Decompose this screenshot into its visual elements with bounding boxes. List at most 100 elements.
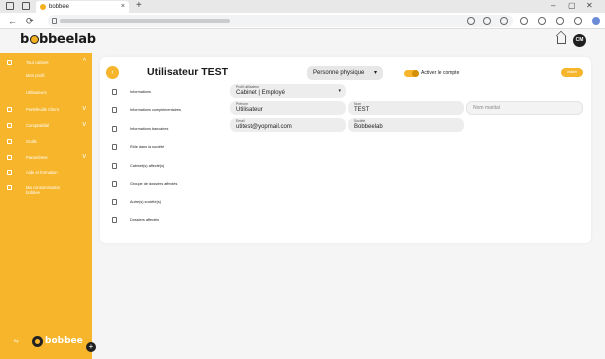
tab-title: bobbee [49,4,70,10]
chevron-down-icon: v [82,121,87,128]
section-label: Cabinet(s) affecté(s) [130,164,165,168]
calculator-icon [7,123,12,128]
user-icon [112,89,117,95]
sidebar-item-tout-cabinet[interactable]: Tout cabinet ^ [0,57,92,69]
sidebar-item-consommation[interactable]: Ma consommation bobbee [0,182,92,196]
user-role-icon [112,144,117,150]
save-button[interactable]: Valider [561,68,583,77]
add-button[interactable]: + [86,342,96,352]
page-title: Utilisateur TEST [147,66,229,78]
bobbee-brand-text: bobbee [45,336,83,346]
first-name-field[interactable]: Prénom Utilisateur [230,101,346,115]
copilot-icon[interactable] [592,17,600,25]
building-icon [112,163,117,169]
sidebar-item-mon-profil[interactable]: Mon profil [0,70,92,82]
reload-icon[interactable]: ⟳ [26,15,34,27]
last-name-value: TEST [354,107,370,113]
person-type-select[interactable]: Personne physique ▾ [307,66,383,80]
section-label: Rôle dans la société [130,145,165,149]
email-value: utitest@yopmail.com [236,124,292,130]
section-label: Autre(s) société(s) [130,200,162,204]
first-name-label: Prénom [236,102,248,106]
lock-icon [52,18,57,24]
url-text-redacted [60,19,230,23]
gear-icon [7,155,12,160]
chevron-down-icon: v [82,105,87,112]
collections-icon[interactable] [556,17,564,25]
password-icon[interactable] [483,17,491,25]
help-icon [7,170,12,175]
url-input[interactable] [48,15,513,27]
chevron-up-icon: ^ [82,58,86,65]
marital-name-placeholder: Nom marital [473,105,500,111]
building-icon [112,199,117,205]
chevron-down-icon: ▾ [373,70,377,76]
sidebar-item-label: Aide et formation [26,170,58,175]
sidebar-footer-by: By [14,338,19,343]
last-name-label: Nom [354,102,362,106]
tab-actions-icon[interactable] [22,2,30,10]
person-type-value: Personne physique [313,70,365,76]
sidebar-item-outils[interactable]: Outils [0,136,92,148]
browser-menu-icon[interactable] [574,17,582,25]
sidebar-item-parametres[interactable]: Paramètres v [0,152,92,164]
sidebar-item-label: Ma consommation bobbee [26,185,61,195]
sidebar-item-label: Paramètres [26,155,48,160]
section-label: Informations [130,90,151,94]
bobbee-brand: bobbee + [32,335,96,352]
chevron-down-icon: v [82,153,87,160]
back-button[interactable]: ‹ [106,66,119,79]
extensions-icon[interactable] [520,17,528,25]
last-name-field[interactable]: Nom TEST [348,101,464,115]
sidebar-item-aide[interactable]: Aide et formation [0,167,92,179]
marital-name-field[interactable]: Nom marital [466,101,583,115]
logo-dot-icon [29,35,39,44]
sidebar-item-comptabilite[interactable]: Comptabilité v [0,120,92,132]
address-bar-row: ← ⟳ [0,13,605,29]
logo-text-start: b [20,32,30,47]
sidebar-item-portefeuille-client[interactable]: Portefeuille Client v [0,104,92,116]
new-tab-button[interactable]: + [136,0,142,12]
user-form-card [100,57,591,243]
sidebar-item-label: Portefeuille Client [26,107,59,112]
gauge-icon [7,185,12,190]
bobbeelab-logo[interactable]: b bbeelab [20,32,96,47]
close-window-button[interactable]: ✕ [586,0,593,12]
bobbee-favicon-icon [40,4,46,10]
company-field[interactable]: Société Bobbeelab [348,118,464,132]
close-tab-icon[interactable]: × [121,1,125,13]
building-icon [112,181,117,187]
avatar[interactable]: CM [573,34,586,47]
logo-text-end: bbeelab [39,32,96,47]
chevron-down-icon: ▾ [338,88,341,94]
favorite-star-icon[interactable] [500,17,508,25]
browser-tab[interactable]: bobbee × [36,1,129,13]
sidebar-item-label: Mon profil [26,73,45,78]
activate-account-toggle[interactable] [404,70,419,77]
section-label: Informations bancaires [130,127,169,131]
activate-account-label: Activer le compte [421,70,460,76]
sidebar-item-utilisateurs[interactable]: Utilisateurs [0,87,92,99]
email-field[interactable]: Email utitest@yopmail.com [230,118,346,132]
user-plus-icon [112,107,117,113]
briefcase-icon [7,107,12,112]
home-icon[interactable] [557,36,566,44]
sidebar-item-label: Outils [26,139,37,144]
favorites-bar-icon[interactable] [538,17,546,25]
email-label: Email [236,119,245,123]
back-arrow-icon[interactable]: ← [8,15,17,27]
browser-tab-bar: bobbee × + – ▢ ✕ [0,0,605,13]
maximize-button[interactable]: ▢ [568,0,576,12]
bee-logo-icon [32,336,43,347]
section-label: Informations complémentaires [130,108,181,112]
section-label: Groupe de dossiers affectés [130,182,178,186]
minimize-button[interactable]: – [551,0,555,12]
zoom-icon[interactable] [467,17,475,25]
bank-icon [112,126,117,132]
profile-select[interactable]: Profil utilisateur Cabinet | Employé ▾ [230,84,346,98]
sidebar-item-label: Tout cabinet [26,60,49,65]
first-name-value: Utilisateur [236,107,263,113]
browser-profile-icon[interactable] [6,2,14,10]
chart-icon [7,139,12,144]
section-label: Dossiers affectés [130,218,160,222]
